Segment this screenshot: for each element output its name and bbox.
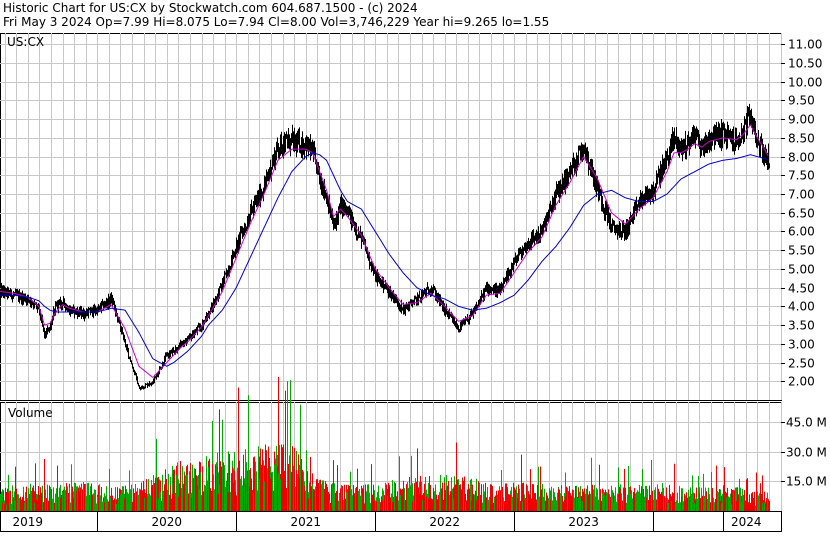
y-tick-label: 3.00 — [788, 338, 815, 352]
y-tick-label: 4.00 — [788, 300, 815, 314]
volume-tick-label: 30.0 M — [786, 446, 827, 460]
y-tick-label: 2.50 — [788, 357, 815, 371]
y-tick-label: 6.50 — [788, 207, 815, 221]
x-axis-year-label: 2023 — [568, 515, 599, 529]
price-panel-title: US:CX — [7, 35, 44, 49]
x-axis-panel — [0, 511, 782, 532]
y-tick-label: 5.50 — [788, 244, 815, 258]
volume-panel-title: Volume — [8, 406, 53, 420]
volume-tick-label: 45.0 M — [786, 416, 827, 430]
y-tick-label: 5.00 — [788, 263, 815, 277]
chart-canvas: 11.00 10.50 10.00 9.50 9.00 8.50 8.00 7.50 7.00 6… — [0, 33, 827, 532]
y-tick-label: 8.50 — [788, 132, 815, 146]
y-tick-label: 8.00 — [788, 151, 815, 165]
y-tick-label: 11.00 — [788, 38, 822, 52]
x-axis-year-label: 2022 — [429, 515, 460, 529]
y-tick-label: 4.50 — [788, 282, 815, 296]
x-axis-year-label: 2019 — [13, 515, 44, 529]
y-tick-label: 9.50 — [788, 94, 815, 108]
volume-tick-label: 15.0 M — [786, 475, 827, 489]
y-tick-label: 10.00 — [788, 76, 822, 90]
y-tick-label: 10.50 — [788, 57, 822, 71]
price-panel — [0, 33, 782, 401]
y-tick-label: 7.00 — [788, 188, 815, 202]
x-axis-year-label: 2020 — [151, 515, 182, 529]
y-tick-label: 9.00 — [788, 113, 815, 127]
x-axis-year-label: 2021 — [290, 515, 321, 529]
y-tick-label: 6.00 — [788, 225, 815, 239]
y-tick-label: 2.00 — [788, 375, 815, 389]
y-tick-label: 7.50 — [788, 169, 815, 183]
x-axis-year-label: 2024 — [731, 515, 762, 529]
y-tick-label: 3.50 — [788, 319, 815, 333]
chart-root: Historic Chart for US:CX by Stockwatch.c… — [0, 0, 830, 543]
